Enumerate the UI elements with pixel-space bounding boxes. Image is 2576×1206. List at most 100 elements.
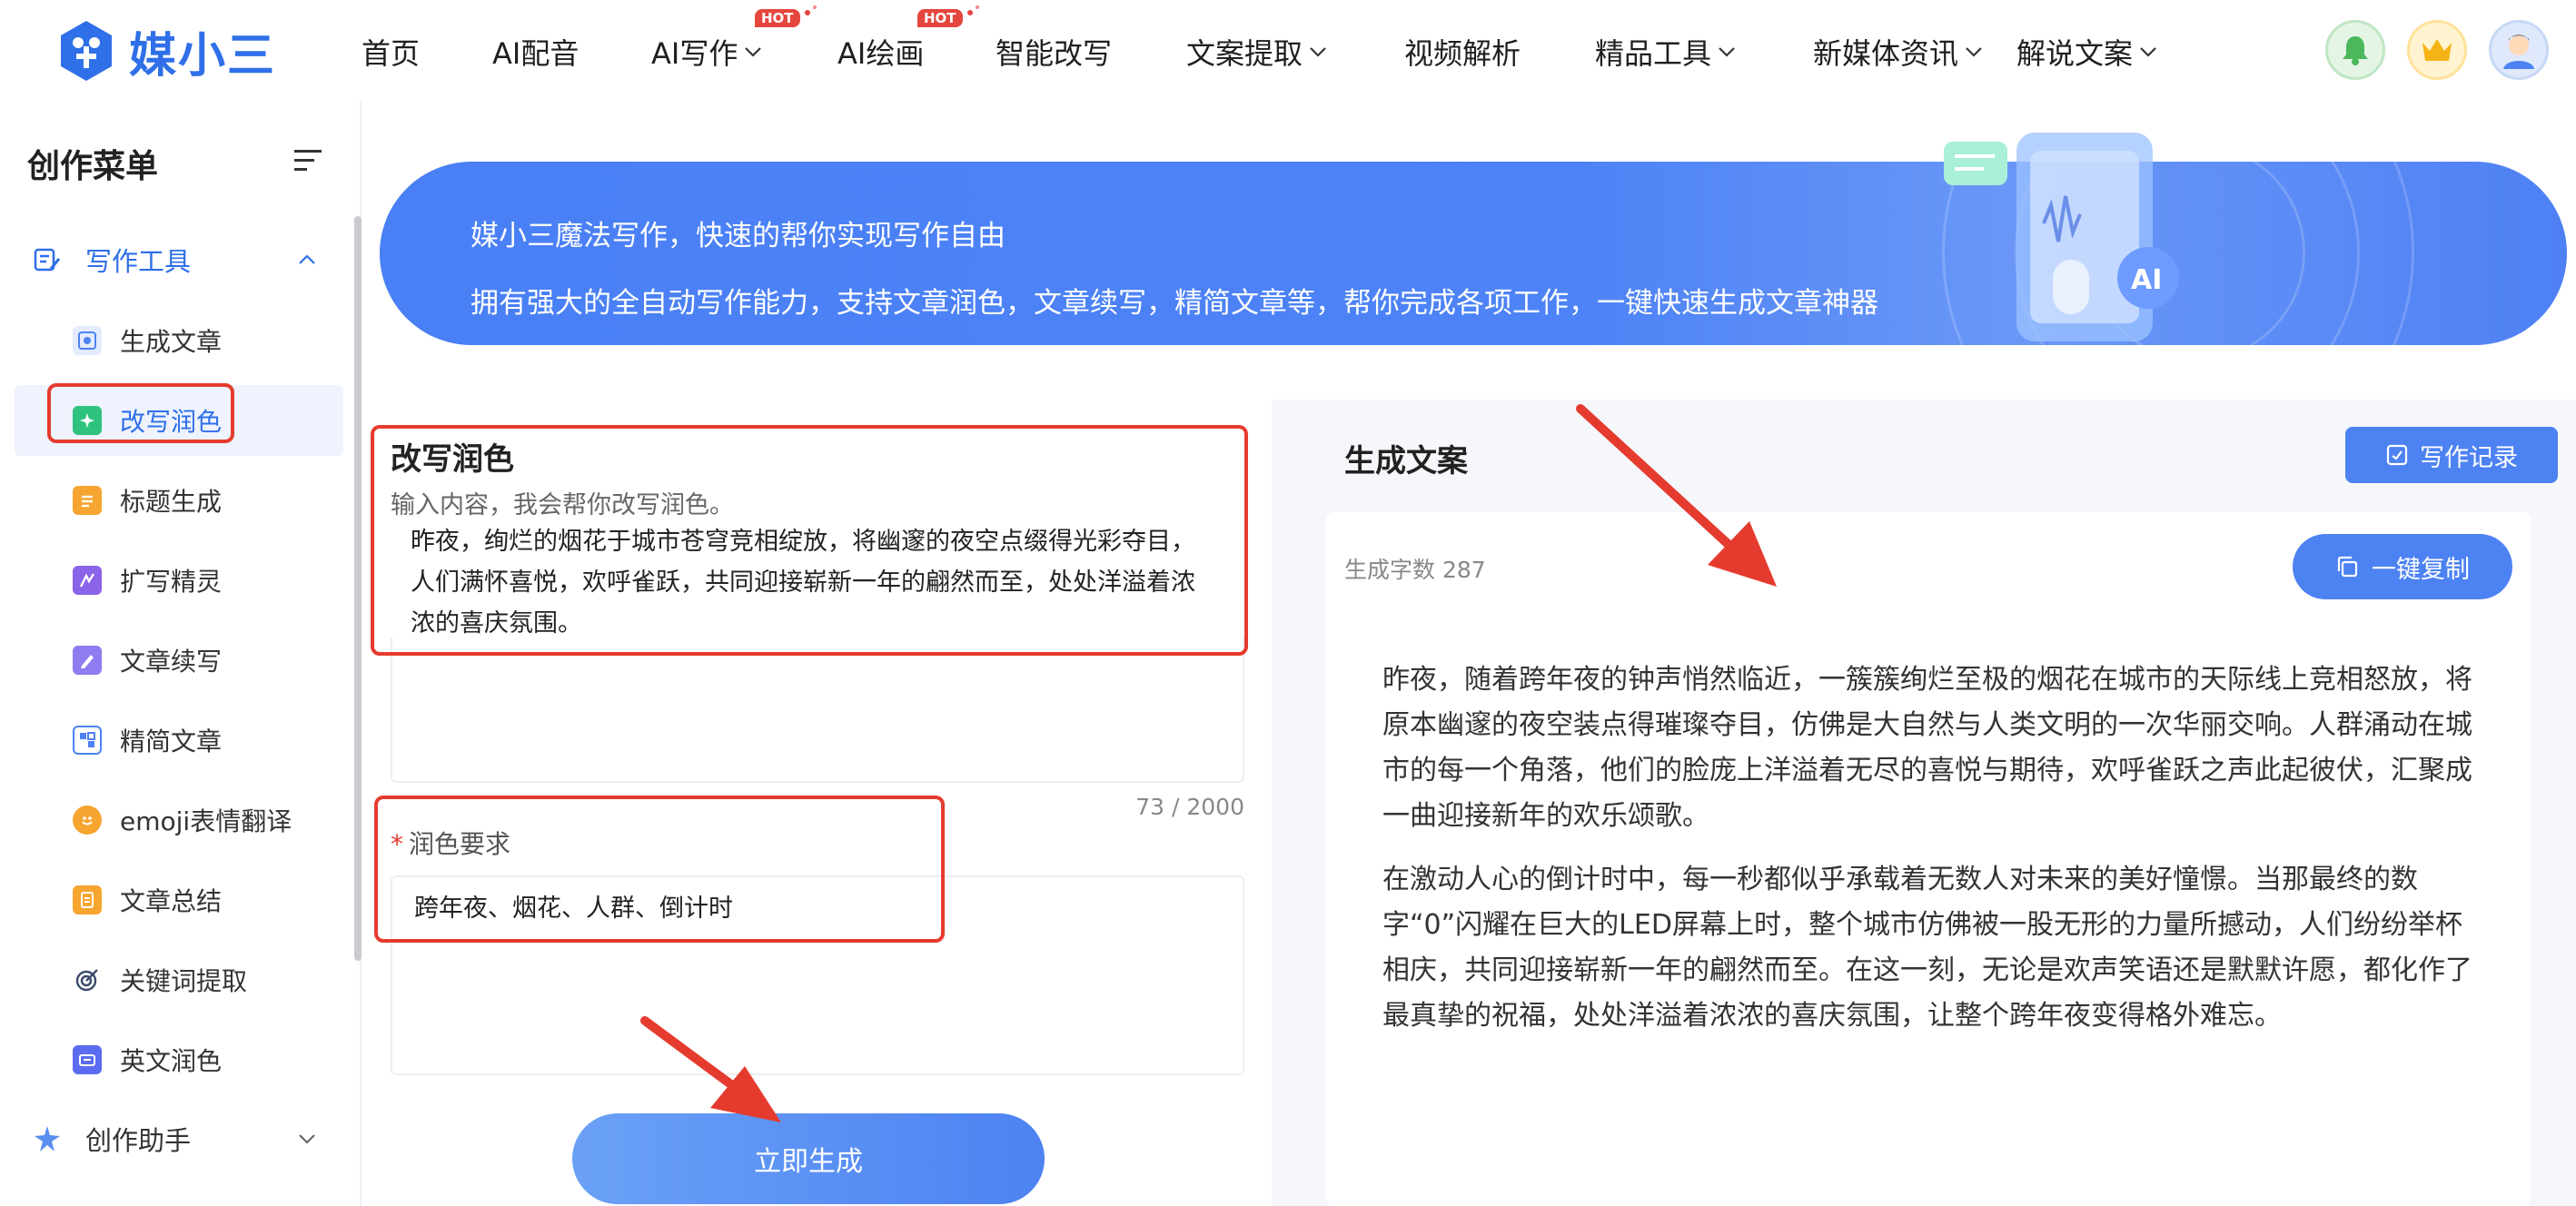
annotation-highlight-content — [371, 425, 1248, 656]
sidebar-group-label: 创作助手 — [85, 1125, 192, 1156]
nav-label: AI写作 — [651, 36, 738, 71]
hero-banner: 媒小三魔法写作，快速的帮你实现写作自由 拥有强大的全自动写作能力，支持文章润色，… — [380, 162, 2567, 345]
sidebar-item-keyword-extract[interactable]: 关键词提取 — [15, 944, 343, 1015]
history-icon — [2386, 444, 2408, 466]
nav-label: 精品工具 — [1595, 36, 1712, 71]
nav-item-ai-writing[interactable]: AI写作 HOT — [651, 5, 817, 73]
nav-label: 解说文案 — [2016, 36, 2134, 71]
copy-icon — [2337, 556, 2358, 578]
sidebar-item-continue-writing[interactable]: 文章续写 — [15, 625, 343, 696]
result-paragraph: 昨夜，随着跨年夜的钟声悄然临近，一簇簇绚烂至极的烟花在城市的天际线上竞相怒放，将… — [1382, 664, 2472, 832]
nav-item-premium-tools[interactable]: 精品工具 — [1595, 31, 1737, 73]
hot-badge: HOT — [755, 9, 800, 27]
nav-item-ai-dubbing[interactable]: AI配音 — [492, 31, 579, 73]
expand-icon — [73, 566, 102, 595]
sidebar-item-summary[interactable]: 文章总结 — [15, 865, 343, 935]
nav-label: AI绘画 — [837, 36, 925, 71]
sidebar-item-title-generate[interactable]: 标题生成 — [15, 465, 343, 536]
chevron-down-icon — [1966, 47, 1982, 57]
sidebar: 创作菜单 写作工具 生成文章 改写润色 标题生成 扩写精灵 文章续写 精简文章 … — [0, 102, 362, 1206]
sidebar-group-label: 写作工具 — [85, 246, 192, 277]
ai-writing-illustration: AI — [1944, 133, 2179, 341]
summary-icon — [73, 885, 102, 914]
sidebar-item-label: 文章总结 — [120, 886, 223, 916]
title-icon — [73, 486, 102, 515]
crown-icon — [2422, 39, 2452, 61]
hot-badge: HOT — [917, 9, 963, 27]
brand-name: 媒小三 — [129, 28, 277, 84]
sidebar-scrollbar[interactable] — [354, 216, 362, 961]
avatar[interactable] — [2489, 20, 2549, 80]
sidebar-item-emoji-translate[interactable]: emoji表情翻译 — [15, 785, 343, 855]
logo-icon — [61, 21, 112, 81]
chevron-down-icon — [299, 1134, 315, 1144]
nav-item-ai-drawing[interactable]: AI绘画 HOT — [837, 5, 979, 73]
writing-tools-icon — [34, 248, 61, 272]
nav-label: 智能改写 — [996, 36, 1113, 71]
main-nav: 首页 AI配音 AI写作 HOT AI绘画 HOT 智能改写 文案提取 视频解析… — [362, 0, 2233, 102]
article-icon — [73, 326, 102, 355]
nav-item-commentary[interactable]: 解说文案 — [2016, 31, 2158, 73]
annotation-arrow-generate — [640, 1016, 781, 1122]
sidebar-item-label: 英文润色 — [120, 1046, 223, 1076]
sidebar-item-label: emoji表情翻译 — [120, 806, 292, 836]
nav-item-smart-rewrite[interactable]: 智能改写 — [996, 31, 1112, 73]
emoji-icon — [73, 806, 102, 835]
sidebar-group-writing-tools[interactable]: 写作工具 — [33, 232, 332, 287]
annotation-highlight-active-item — [47, 383, 234, 443]
simplify-icon — [73, 726, 102, 755]
nav-label: 首页 — [362, 36, 421, 71]
sidebar-group-creation-assistant[interactable]: 创作助手 — [33, 1112, 332, 1166]
sidebar-item-label: 标题生成 — [120, 487, 223, 517]
sidebar-item-expand[interactable]: 扩写精灵 — [15, 545, 343, 616]
sparkle-icon — [805, 5, 817, 15]
annotation-arrow-result — [1576, 404, 1777, 587]
assistant-icon — [35, 1126, 60, 1152]
chevron-down-icon — [1719, 47, 1735, 57]
sidebar-item-simplify[interactable]: 精简文章 — [15, 705, 343, 776]
keyword-icon — [73, 965, 102, 994]
result-title: 生成文案 — [1344, 443, 1468, 479]
continue-icon — [73, 646, 102, 675]
sidebar-item-generate-article[interactable]: 生成文章 — [15, 305, 343, 376]
sidebar-item-english-polish[interactable]: 英文润色 — [15, 1024, 343, 1095]
top-navigation-bar: 媒小三 首页 AI配音 AI写作 HOT AI绘画 HOT 智能改写 文案提取 … — [0, 0, 2576, 102]
banner-headline: 媒小三魔法写作，快速的帮你实现写作自由 — [471, 220, 1006, 252]
nav-label: 新媒体资讯 — [1813, 36, 1959, 71]
sparkle-icon — [967, 5, 979, 15]
character-counter: 73 / 2000 — [1135, 794, 1244, 820]
nav-label: 视频解析 — [1404, 36, 1521, 71]
copy-all-button[interactable]: 一键复制 — [2293, 534, 2512, 599]
chevron-down-icon — [1310, 47, 1326, 57]
writing-history-button[interactable]: 写作记录 — [2345, 427, 2558, 483]
nav-label: 文案提取 — [1186, 36, 1303, 71]
user-avatar-icon — [2503, 35, 2534, 69]
banner-subline: 拥有强大的全自动写作能力，支持文章润色，文章续写，精简文章等，帮你完成各项工作，… — [471, 287, 1878, 320]
sidebar-item-label: 精简文章 — [120, 727, 223, 756]
nav-item-media-news[interactable]: 新媒体资讯 — [1813, 31, 1984, 73]
chevron-down-icon — [2140, 47, 2156, 57]
nav-item-video-parse[interactable]: 视频解析 — [1404, 31, 1521, 73]
vip-button[interactable] — [2407, 20, 2467, 80]
chevron-up-icon — [299, 254, 315, 264]
sidebar-item-label: 生成文章 — [120, 327, 223, 357]
copy-all-label: 一键复制 — [2372, 555, 2470, 584]
nav-item-home[interactable]: 首页 — [362, 31, 420, 73]
writing-history-label: 写作记录 — [2420, 443, 2518, 472]
nav-item-copy-extract[interactable]: 文案提取 — [1186, 31, 1328, 73]
svg-text:AI: AI — [2131, 264, 2162, 296]
content-textarea-frame[interactable] — [391, 638, 1244, 783]
result-paragraph: 在激动人心的倒计时中，每一秒都似乎承载着无数人对未来的美好憧憬。当那最终的数字“… — [1382, 864, 2472, 1032]
english-icon — [73, 1045, 102, 1074]
notification-button[interactable] — [2325, 20, 2385, 80]
chevron-down-icon — [745, 47, 762, 57]
sidebar-item-label: 关键词提取 — [120, 966, 248, 996]
brand-logo[interactable]: 媒小三 — [58, 18, 276, 84]
annotation-highlight-requirement — [374, 796, 945, 943]
bell-icon — [2343, 36, 2368, 65]
menu-collapse-icon[interactable] — [292, 147, 323, 174]
sidebar-item-label: 文章续写 — [120, 647, 223, 677]
nav-label: AI配音 — [492, 36, 580, 71]
word-count: 生成字数 287 — [1344, 557, 1486, 583]
sidebar-item-label: 扩写精灵 — [120, 567, 223, 597]
